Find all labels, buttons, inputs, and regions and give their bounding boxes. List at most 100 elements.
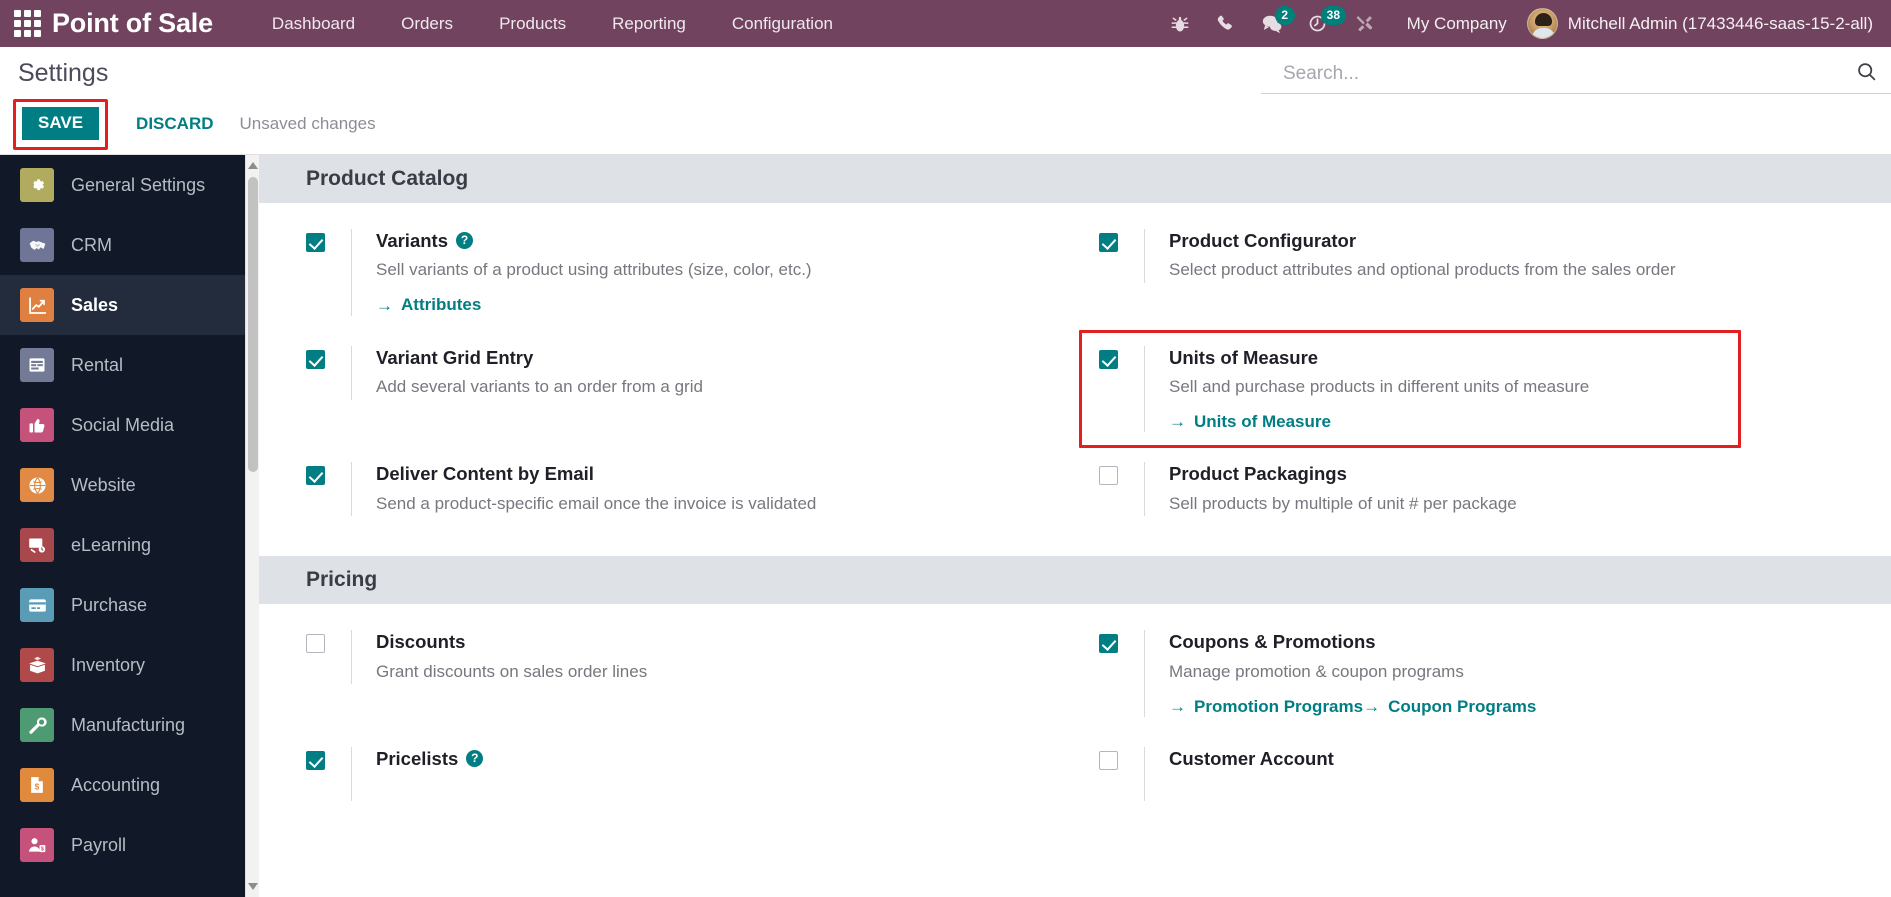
setting-row: Product Packagings Sell products by multi… bbox=[1075, 462, 1891, 546]
chart-line-icon bbox=[20, 288, 54, 322]
setting-link[interactable]: → Promotion Programs bbox=[1169, 697, 1363, 717]
tools-wrench-icon[interactable] bbox=[1341, 0, 1387, 47]
sidebar-item-inventory[interactable]: Inventory bbox=[0, 635, 259, 695]
setting-text: Customer Account bbox=[1144, 747, 1873, 802]
menu-reporting[interactable]: Reporting bbox=[589, 1, 709, 47]
avatar bbox=[1526, 8, 1558, 39]
help-question-icon[interactable]: ? bbox=[466, 750, 484, 768]
setting-checkbox[interactable] bbox=[306, 233, 325, 252]
save-button-highlight: SAVE bbox=[13, 99, 109, 150]
setting-title: Pricelists? bbox=[376, 747, 1057, 770]
setting-link[interactable]: → Coupon Programs bbox=[1363, 697, 1536, 717]
setting-title: Customer Account bbox=[1169, 747, 1873, 770]
sidebar-item-elearning[interactable]: eLearning bbox=[0, 515, 259, 575]
setting-checkbox[interactable] bbox=[1099, 466, 1118, 486]
setting-row: Deliver Content by Email Send a product-s… bbox=[259, 462, 1075, 546]
setting-title-label: Coupons & Promotions bbox=[1169, 631, 1376, 653]
setting-row: Coupons & Promotions Manage promotion & c… bbox=[1075, 630, 1891, 747]
messages-badge: 2 bbox=[1274, 6, 1295, 25]
sidebar-item-purchase[interactable]: Purchase bbox=[0, 575, 259, 635]
sidebar-item-label: eLearning bbox=[71, 534, 152, 555]
setting-description: Send a product-specific email once the i… bbox=[376, 493, 817, 513]
wrench-icon bbox=[20, 708, 54, 742]
company-switcher[interactable]: My Company bbox=[1387, 14, 1527, 34]
main-menu: Dashboard Orders Products Reporting Conf… bbox=[249, 1, 856, 47]
sidebar-item-label: Manufacturing bbox=[71, 714, 186, 735]
control-panel: Settings SAVE DISCARD Unsaved changes bbox=[0, 47, 1891, 155]
sidebar-item-social-media[interactable]: Social Media bbox=[0, 395, 259, 455]
phone-icon[interactable] bbox=[1203, 0, 1249, 47]
setting-checkbox[interactable] bbox=[1099, 751, 1118, 771]
setting-title: Deliver Content by Email bbox=[376, 462, 1057, 485]
user-name-label: Mitchell Admin (17433446-saas-15-2-all) bbox=[1567, 13, 1873, 33]
discard-button[interactable]: DISCARD bbox=[118, 105, 231, 143]
settings-block: Discounts Grant discounts on sales order … bbox=[259, 604, 1891, 841]
user-money-icon: $ bbox=[20, 828, 54, 862]
section-header: Product Catalog bbox=[259, 155, 1891, 203]
app-brand-title[interactable]: Point of Sale bbox=[52, 8, 213, 39]
menu-products[interactable]: Products bbox=[476, 1, 589, 47]
save-button[interactable]: SAVE bbox=[22, 107, 100, 140]
menu-dashboard[interactable]: Dashboard bbox=[249, 1, 378, 47]
settings-block: Variants? Sell variants of a product usin… bbox=[259, 203, 1891, 556]
setting-description: Sell and purchase products in different … bbox=[1169, 376, 1590, 396]
sidebar-item-website[interactable]: Website bbox=[0, 455, 259, 515]
setting-description: Sell variants of a product using attribu… bbox=[376, 260, 812, 280]
scroll-down-arrow-icon[interactable] bbox=[248, 883, 258, 890]
sidebar-item-rental[interactable]: Rental bbox=[0, 335, 259, 395]
svg-text:$: $ bbox=[35, 782, 40, 792]
sidebar-item-accounting[interactable]: $ Accounting bbox=[0, 755, 259, 815]
search-icon[interactable] bbox=[1856, 61, 1891, 87]
app-body: General Settings CRM Sales Rental Social Med… bbox=[0, 155, 1891, 897]
sidebar-item-label: Website bbox=[71, 474, 136, 495]
user-menu[interactable]: Mitchell Admin (17433446-saas-15-2-all) bbox=[1526, 8, 1883, 39]
sidebar-scroll-thumb[interactable] bbox=[248, 177, 258, 472]
scroll-up-arrow-icon[interactable] bbox=[248, 162, 258, 169]
setting-row: Variants? Sell variants of a product usin… bbox=[259, 229, 1075, 346]
setting-text: Units of Measure Sell and purchase produc… bbox=[1144, 345, 1873, 433]
menu-orders[interactable]: Orders bbox=[378, 1, 476, 47]
setting-link[interactable]: → Attributes bbox=[376, 295, 481, 315]
sidebar-scrollbar[interactable] bbox=[245, 155, 259, 897]
sidebar-item-sales[interactable]: Sales bbox=[0, 275, 259, 335]
messages-icon[interactable]: 2 bbox=[1249, 0, 1295, 47]
setting-title: Product Packagings bbox=[1169, 462, 1873, 485]
control-panel-buttons: SAVE DISCARD Unsaved changes bbox=[0, 88, 1891, 150]
setting-checkbox[interactable] bbox=[306, 349, 325, 369]
svg-text:$: $ bbox=[41, 847, 44, 853]
setting-text: Coupons & Promotions Manage promotion & c… bbox=[1144, 630, 1873, 718]
setting-title: Variants? bbox=[376, 229, 1057, 252]
arrow-right-icon: → bbox=[376, 295, 393, 315]
sidebar-item-manufacturing[interactable]: Manufacturing bbox=[0, 695, 259, 755]
setting-link[interactable]: → Units of Measure bbox=[1169, 412, 1331, 432]
setting-link-label: Attributes bbox=[401, 295, 482, 315]
activities-clock-icon[interactable]: 38 bbox=[1295, 0, 1347, 47]
credit-card-icon bbox=[20, 588, 54, 622]
menu-configuration[interactable]: Configuration bbox=[709, 1, 856, 47]
setting-text: Deliver Content by Email Send a product-s… bbox=[351, 462, 1057, 517]
setting-checkbox[interactable] bbox=[1099, 634, 1118, 654]
setting-row: Product Configurator Select product attri… bbox=[1075, 229, 1891, 346]
arrow-right-icon: → bbox=[1169, 412, 1186, 432]
bug-icon[interactable] bbox=[1157, 0, 1203, 47]
top-navbar: Point of Sale Dashboard Orders Products … bbox=[0, 0, 1891, 47]
setting-checkbox[interactable] bbox=[306, 466, 325, 486]
setting-checkbox[interactable] bbox=[1099, 233, 1118, 252]
sidebar-item-label: Inventory bbox=[71, 654, 146, 675]
setting-title-label: Product Configurator bbox=[1169, 230, 1357, 251]
setting-link-label: Promotion Programs bbox=[1194, 696, 1364, 716]
setting-checkbox[interactable] bbox=[306, 751, 325, 771]
sidebar-item-payroll[interactable]: $ Payroll bbox=[0, 815, 259, 875]
apps-grid-icon[interactable] bbox=[10, 7, 44, 41]
setting-checkbox[interactable] bbox=[306, 634, 325, 654]
sidebar-item-label: Payroll bbox=[71, 834, 127, 855]
help-question-icon[interactable]: ? bbox=[456, 232, 473, 250]
search-input[interactable] bbox=[1261, 61, 1856, 87]
setting-title: Discounts bbox=[376, 630, 1057, 653]
setting-checkbox[interactable] bbox=[1099, 349, 1118, 369]
sidebar-item-crm[interactable]: CRM bbox=[0, 215, 259, 275]
setting-title-label: Customer Account bbox=[1169, 748, 1334, 770]
setting-text: Discounts Grant discounts on sales order … bbox=[351, 630, 1057, 685]
handshake-icon bbox=[20, 228, 54, 262]
sidebar-item-general-settings[interactable]: General Settings bbox=[0, 155, 259, 215]
